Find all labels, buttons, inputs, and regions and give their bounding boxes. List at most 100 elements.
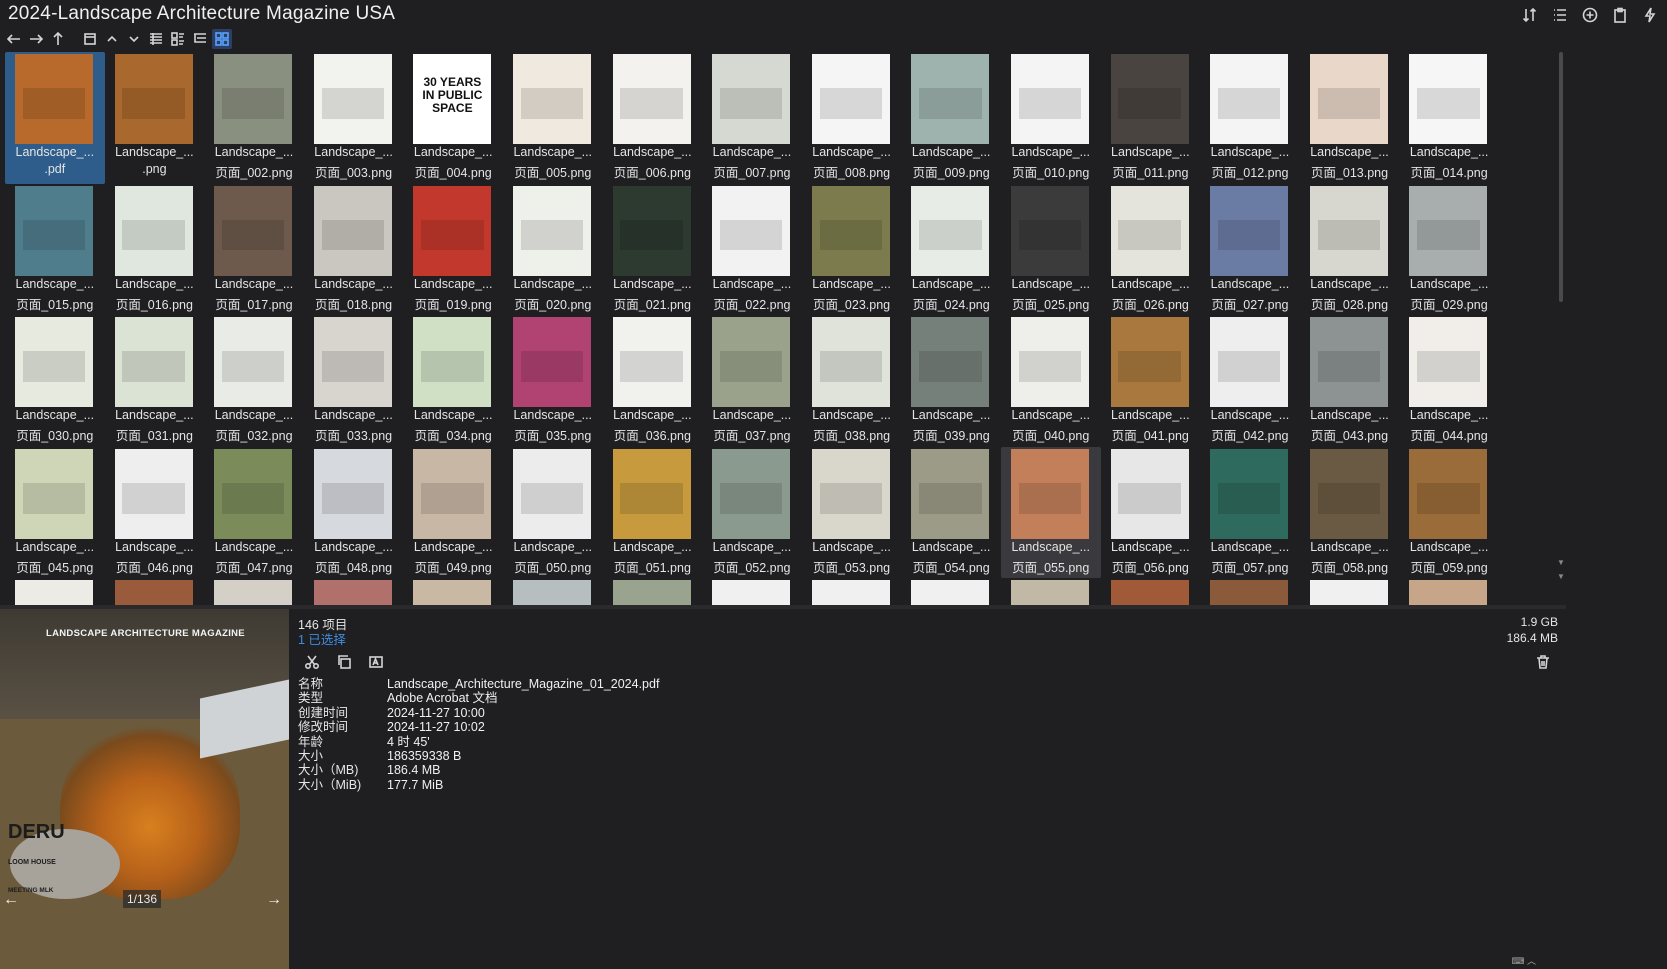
file-item[interactable]	[503, 578, 603, 605]
file-item[interactable]: Landscape_... 页面_014.png	[1399, 52, 1499, 184]
file-item[interactable]: Landscape_... 页面_034.png	[403, 315, 503, 447]
file-item[interactable]: Landscape_... 页面_035.png	[503, 315, 603, 447]
file-item[interactable]: Landscape_... 页面_026.png	[1101, 184, 1201, 316]
rename-icon[interactable]	[365, 651, 387, 673]
file-item[interactable]	[702, 578, 802, 605]
file-item[interactable]: Landscape_... 页面_018.png	[304, 184, 404, 316]
file-item[interactable]: Landscape_... 页面_054.png	[901, 447, 1001, 579]
next-page-button[interactable]: →	[263, 889, 285, 911]
file-item[interactable]: Landscape_... 页面_012.png	[1200, 52, 1300, 184]
file-item[interactable]: Landscape_... 页面_013.png	[1300, 52, 1400, 184]
file-item[interactable]: Landscape_... 页面_037.png	[702, 315, 802, 447]
file-item[interactable]	[1001, 578, 1101, 605]
file-item[interactable]: Landscape_... 页面_043.png	[1300, 315, 1400, 447]
file-item[interactable]: Landscape_... 页面_041.png	[1101, 315, 1201, 447]
file-item[interactable]: Landscape_... 页面_003.png	[304, 52, 404, 184]
file-item[interactable]: Landscape_... 页面_059.png	[1399, 447, 1499, 579]
file-item[interactable]: Landscape_... 页面_033.png	[304, 315, 404, 447]
file-item[interactable]: Landscape_... 页面_019.png	[403, 184, 503, 316]
file-item[interactable]: Landscape_... 页面_010.png	[1001, 52, 1101, 184]
file-item[interactable]: Landscape_... 页面_044.png	[1399, 315, 1499, 447]
file-item[interactable]: Landscape_... 页面_040.png	[1001, 315, 1101, 447]
file-item[interactable]: Landscape_... 页面_022.png	[702, 184, 802, 316]
up-arrow-icon[interactable]	[48, 29, 68, 49]
file-item[interactable]: Landscape_... 页面_027.png	[1200, 184, 1300, 316]
clipboard-icon[interactable]	[1609, 4, 1631, 26]
file-item[interactable]: Landscape_... .png	[105, 52, 205, 184]
chevron-up-icon[interactable]	[102, 29, 122, 49]
forward-arrow-icon[interactable]	[26, 29, 46, 49]
file-item[interactable]: Landscape_... 页面_032.png	[204, 315, 304, 447]
file-item[interactable]: Landscape_... 页面_048.png	[304, 447, 404, 579]
scrollbar-thumb[interactable]	[1559, 52, 1563, 302]
file-item[interactable]	[105, 578, 205, 605]
file-item[interactable]: Landscape_... 页面_036.png	[603, 315, 703, 447]
file-item[interactable]: Landscape_... 页面_042.png	[1200, 315, 1300, 447]
vertical-scrollbar[interactable]: ▼ ▼	[1556, 52, 1566, 605]
scroll-end-icon[interactable]: ▼	[1556, 572, 1566, 582]
add-icon[interactable]	[1579, 4, 1601, 26]
copy-icon[interactable]	[333, 651, 355, 673]
scroll-down-icon[interactable]: ▼	[1556, 558, 1566, 568]
file-item[interactable]: Landscape_... 页面_016.png	[105, 184, 205, 316]
file-item[interactable]: Landscape_... 页面_058.png	[1300, 447, 1400, 579]
file-item[interactable]: Landscape_... .pdf	[5, 52, 105, 184]
file-item[interactable]: Landscape_... 页面_005.png	[503, 52, 603, 184]
file-item[interactable]: Landscape_... 页面_002.png	[204, 52, 304, 184]
file-item[interactable]	[1101, 578, 1201, 605]
file-item[interactable]: Landscape_... 页面_021.png	[603, 184, 703, 316]
grid-view-icon[interactable]	[212, 29, 232, 49]
file-item[interactable]: Landscape_... 页面_023.png	[802, 184, 902, 316]
file-item[interactable]: Landscape_... 页面_006.png	[603, 52, 703, 184]
back-arrow-icon[interactable]	[4, 29, 24, 49]
window-icon[interactable]	[80, 29, 100, 49]
file-item[interactable]	[901, 578, 1001, 605]
file-item[interactable]	[5, 578, 105, 605]
file-item[interactable]: Landscape_... 页面_052.png	[702, 447, 802, 579]
chevron-down-icon[interactable]	[124, 29, 144, 49]
file-item[interactable]	[1200, 578, 1300, 605]
details-view-icon[interactable]	[146, 29, 166, 49]
file-item[interactable]: Landscape_... 页面_017.png	[204, 184, 304, 316]
file-item[interactable]: Landscape_... 页面_046.png	[105, 447, 205, 579]
tiles-view-icon[interactable]	[168, 29, 188, 49]
file-item[interactable]	[1300, 578, 1400, 605]
file-item[interactable]: Landscape_... 页面_045.png	[5, 447, 105, 579]
file-item[interactable]: Landscape_... 页面_053.png	[802, 447, 902, 579]
file-item[interactable]: Landscape_... 页面_050.png	[503, 447, 603, 579]
file-item[interactable]: Landscape_... 页面_025.png	[1001, 184, 1101, 316]
cut-icon[interactable]	[301, 651, 323, 673]
file-item[interactable]	[403, 578, 503, 605]
file-item[interactable]: Landscape_... 页面_008.png	[802, 52, 902, 184]
file-item[interactable]: Landscape_... 页面_007.png	[702, 52, 802, 184]
file-item[interactable]: Landscape_... 页面_049.png	[403, 447, 503, 579]
file-item[interactable]: Landscape_... 页面_011.png	[1101, 52, 1201, 184]
file-item[interactable]: Landscape_... 页面_047.png	[204, 447, 304, 579]
file-item[interactable]	[204, 578, 304, 605]
bolt-icon[interactable]	[1639, 4, 1661, 26]
file-item[interactable]: Landscape_... 页面_056.png	[1101, 447, 1201, 579]
list-tree-view-icon[interactable]	[190, 29, 210, 49]
sort-icon[interactable]	[1519, 4, 1541, 26]
file-item[interactable]: Landscape_... 页面_055.png	[1000, 446, 1101, 579]
list-view-icon[interactable]	[1549, 4, 1571, 26]
file-item[interactable]: Landscape_... 页面_015.png	[5, 184, 105, 316]
file-item[interactable]: Landscape_... 页面_009.png	[901, 52, 1001, 184]
file-item[interactable]: Landscape_... 页面_051.png	[603, 447, 703, 579]
file-item[interactable]	[802, 578, 902, 605]
file-item[interactable]: Landscape_... 页面_029.png	[1399, 184, 1499, 316]
file-item[interactable]: Landscape_... 页面_038.png	[802, 315, 902, 447]
file-item[interactable]: Landscape_... 页面_030.png	[5, 315, 105, 447]
file-item[interactable]: 30 YEARS IN PUBLIC SPACE Landscape_... 页面_…	[403, 52, 503, 184]
file-item[interactable]: Landscape_... 页面_020.png	[503, 184, 603, 316]
file-item[interactable]	[603, 578, 703, 605]
file-item[interactable]: Landscape_... 页面_024.png	[901, 184, 1001, 316]
trash-icon[interactable]	[1532, 651, 1554, 673]
prev-page-button[interactable]: ←	[0, 889, 22, 911]
file-item[interactable]: Landscape_... 页面_039.png	[901, 315, 1001, 447]
file-item[interactable]: Landscape_... 页面_031.png	[105, 315, 205, 447]
file-item[interactable]: Landscape_... 页面_028.png	[1300, 184, 1400, 316]
file-item[interactable]: Landscape_... 页面_057.png	[1200, 447, 1300, 579]
file-item[interactable]	[304, 578, 404, 605]
file-item[interactable]	[1399, 578, 1499, 605]
